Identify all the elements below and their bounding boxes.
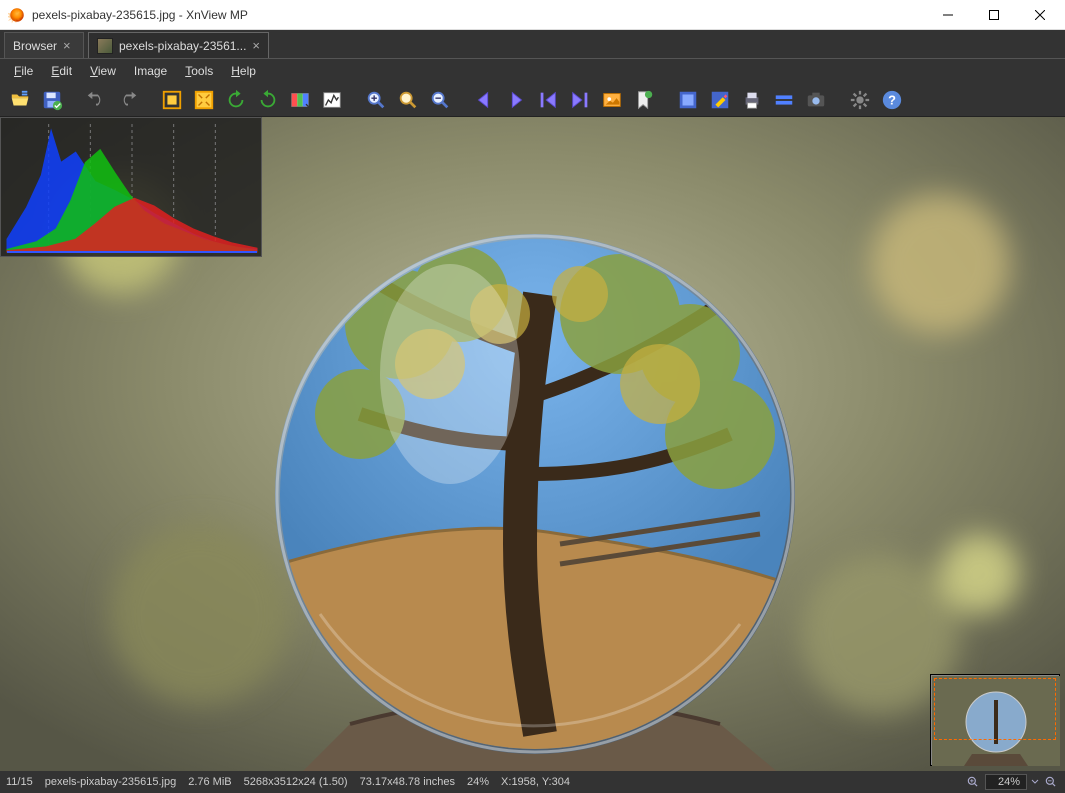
zoom-in-status-button[interactable] xyxy=(965,774,981,790)
tab-strip: Browser × pexels-pixabay-23561... × xyxy=(0,30,1065,58)
main-toolbar: ? xyxy=(0,83,1065,117)
menu-bar: File Edit View Image Tools Help xyxy=(0,59,1065,83)
window-titlebar: pexels-pixabay-235615.jpg - XnView MP xyxy=(0,0,1065,30)
levels-button[interactable] xyxy=(318,86,346,114)
batch-convert-button[interactable] xyxy=(770,86,798,114)
chevron-down-icon[interactable] xyxy=(1031,778,1039,786)
auto-levels-button[interactable] xyxy=(286,86,314,114)
fit-image-button[interactable] xyxy=(190,86,218,114)
menu-view[interactable]: View xyxy=(82,62,124,80)
status-bar: 11/15 pexels-pixabay-235615.jpg 2.76 MiB… xyxy=(0,771,1065,793)
prev-file-button[interactable] xyxy=(470,86,498,114)
window-maximize-button[interactable] xyxy=(971,0,1017,30)
zoom-control: 24% xyxy=(965,774,1059,790)
slideshow-button[interactable] xyxy=(598,86,626,114)
window-title: pexels-pixabay-235615.jpg - XnView MP xyxy=(32,8,925,22)
help-button[interactable]: ? xyxy=(878,86,906,114)
fit-window-button[interactable] xyxy=(158,86,186,114)
status-dimensions: 5268x3512x24 (1.50) xyxy=(244,776,348,788)
zoom-out-button[interactable] xyxy=(426,86,454,114)
tab-label: pexels-pixabay-23561... xyxy=(119,39,246,53)
tag-button[interactable] xyxy=(630,86,658,114)
tab-image-file[interactable]: pexels-pixabay-23561... × xyxy=(88,32,269,58)
navigator-viewport-rect[interactable] xyxy=(934,678,1056,740)
open-file-button[interactable] xyxy=(6,86,34,114)
last-file-button[interactable] xyxy=(566,86,594,114)
zoom-percent-field[interactable]: 24% xyxy=(985,774,1027,790)
histogram-panel[interactable] xyxy=(0,117,262,257)
menu-file[interactable]: File xyxy=(6,62,41,80)
next-file-button[interactable] xyxy=(502,86,530,114)
status-filename: pexels-pixabay-235615.jpg xyxy=(45,776,176,788)
status-zoom: 24% xyxy=(467,776,489,788)
undo-button[interactable] xyxy=(82,86,110,114)
svg-text:?: ? xyxy=(888,92,896,107)
status-filesize: 2.76 MiB xyxy=(188,776,231,788)
status-index: 11/15 xyxy=(6,776,33,788)
window-close-button[interactable] xyxy=(1017,0,1063,30)
close-icon[interactable]: × xyxy=(252,39,260,52)
status-printsize: 73.17x48.78 inches xyxy=(360,776,455,788)
menu-tools[interactable]: Tools xyxy=(177,62,221,80)
menu-help[interactable]: Help xyxy=(223,62,264,80)
window-minimize-button[interactable] xyxy=(925,0,971,30)
redo-button[interactable] xyxy=(114,86,142,114)
acquire-button[interactable] xyxy=(802,86,830,114)
draw-button[interactable] xyxy=(706,86,734,114)
zoom-out-status-button[interactable] xyxy=(1043,774,1059,790)
image-viewport[interactable] xyxy=(0,117,1065,771)
menu-image[interactable]: Image xyxy=(126,62,175,80)
zoom-in-button[interactable] xyxy=(362,86,390,114)
tab-label: Browser xyxy=(13,39,57,53)
first-file-button[interactable] xyxy=(534,86,562,114)
menu-edit[interactable]: Edit xyxy=(43,62,80,80)
app-logo-icon xyxy=(8,6,26,24)
rotate-left-button[interactable] xyxy=(222,86,250,114)
print-button[interactable] xyxy=(738,86,766,114)
status-cursor: X:1958, Y:304 xyxy=(501,776,570,788)
tab-browser[interactable]: Browser × xyxy=(4,32,84,58)
navigator-panel[interactable] xyxy=(931,675,1059,765)
tab-thumbnail-icon xyxy=(97,38,113,54)
settings-button[interactable] xyxy=(846,86,874,114)
zoom-actual-button[interactable] xyxy=(394,86,422,114)
close-icon[interactable]: × xyxy=(63,39,71,52)
rotate-right-button[interactable] xyxy=(254,86,282,114)
save-button[interactable] xyxy=(38,86,66,114)
fullscreen-button[interactable] xyxy=(674,86,702,114)
